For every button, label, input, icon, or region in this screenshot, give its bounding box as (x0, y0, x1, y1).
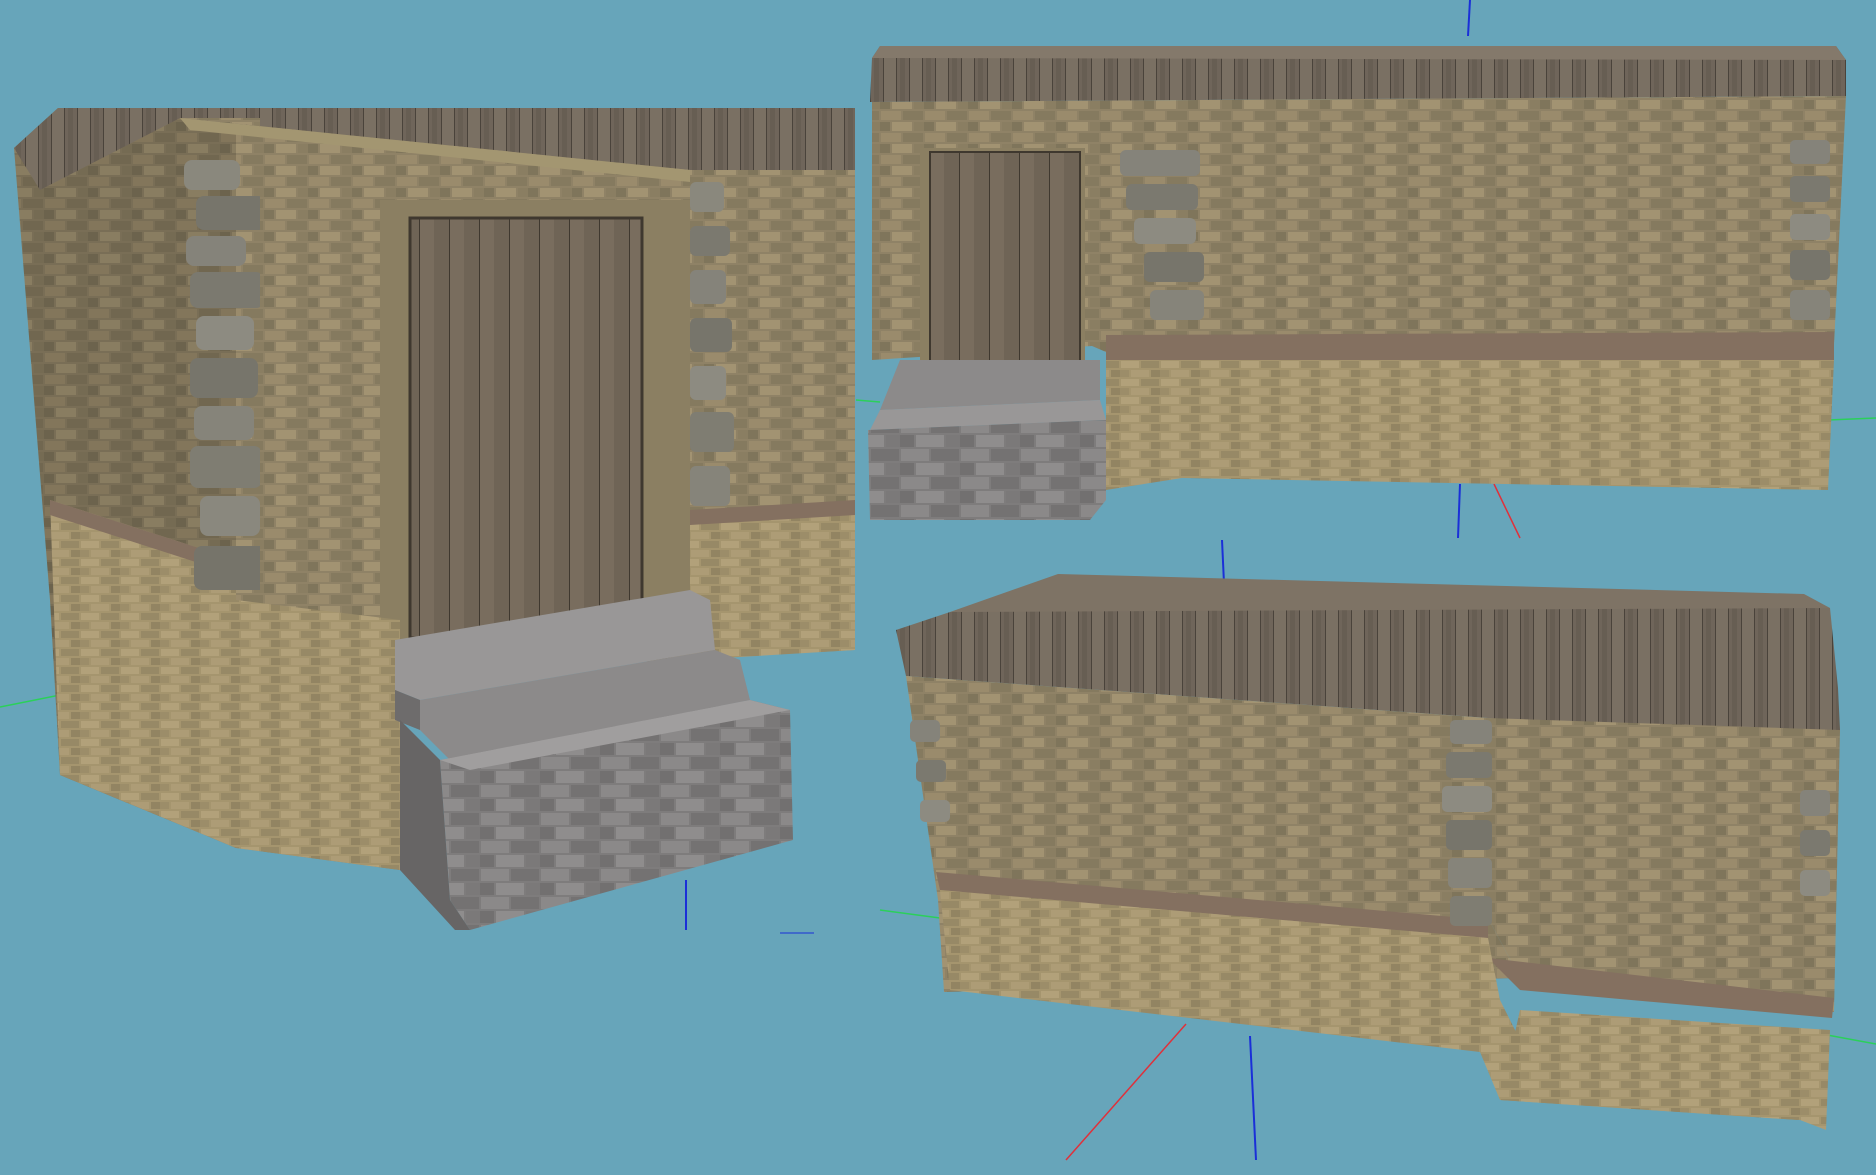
z-axis-line-bottom-b (1249, 1035, 1257, 1161)
side-view-door[interactable] (855, 0, 1876, 539)
x-axis-line-bottom-b (1065, 1023, 1187, 1161)
perspective-front-view[interactable] (0, 108, 855, 934)
z-axis-line-bottom (1457, 483, 1461, 539)
y-axis-line-left-b (879, 909, 941, 919)
back-view[interactable] (879, 539, 1876, 1161)
x-axis-line-bottom (1493, 483, 1521, 539)
3d-viewport[interactable] (0, 0, 1876, 1175)
door[interactable] (410, 218, 642, 638)
door-side[interactable] (930, 152, 1080, 362)
z-axis-line-top (1467, 0, 1471, 37)
stone-steps-side[interactable] (868, 360, 1106, 520)
front-foundation-right (690, 510, 855, 660)
back-foundation-right (1500, 1010, 1830, 1130)
y-axis-line-right (1827, 417, 1876, 421)
cobble-band (1106, 332, 1834, 362)
y-axis-line-left (855, 399, 881, 403)
foundation (1106, 360, 1834, 490)
front-foundation (236, 600, 400, 870)
